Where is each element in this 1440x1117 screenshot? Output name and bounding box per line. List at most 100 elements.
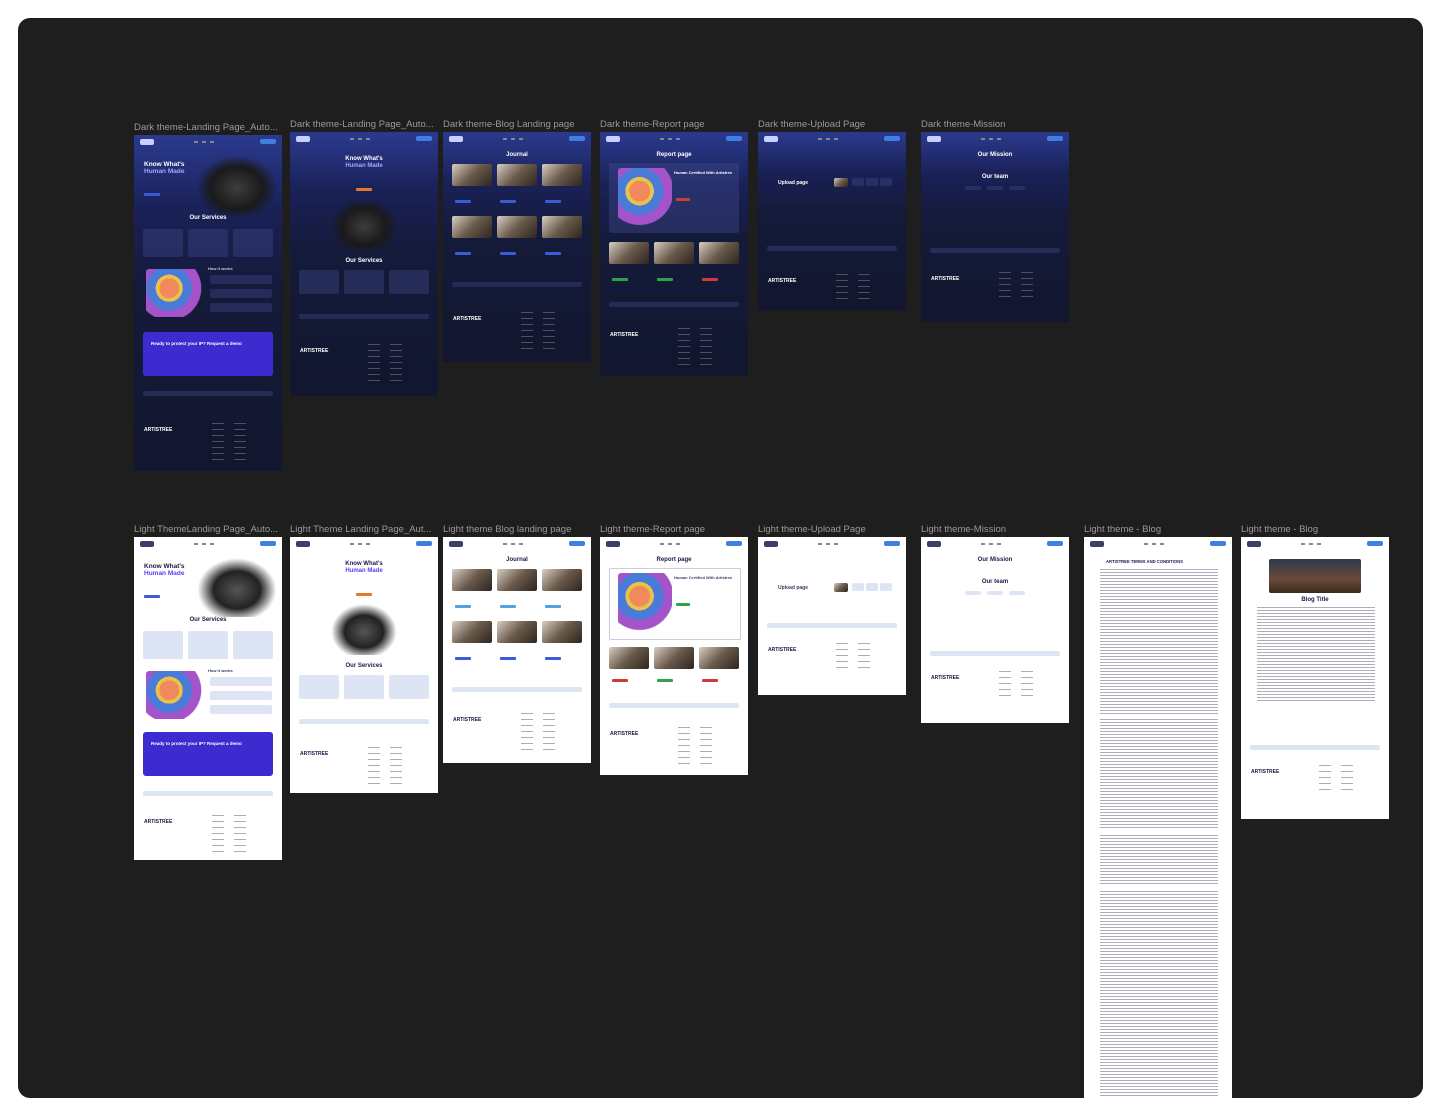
frame-dark-mission[interactable]: Our Mission Our team ARTISTREE: [921, 132, 1069, 322]
read-button[interactable]: [545, 200, 561, 203]
frame-light-blog[interactable]: Journal ARTISTREE: [443, 537, 591, 763]
frame-label[interactable]: Dark theme-Report page: [600, 119, 746, 130]
frame-dark-landing-2[interactable]: Know What's Human Made Our Services ARTI…: [290, 132, 438, 396]
frame-dark-upload[interactable]: Upload page ARTISTREE: [758, 132, 906, 310]
frame-label[interactable]: Dark theme-Landing Page_Auto...: [290, 119, 436, 130]
nav-button[interactable]: [416, 136, 432, 141]
read-button[interactable]: [545, 657, 561, 660]
page-title: Journal: [506, 152, 528, 158]
nav-button[interactable]: [569, 136, 585, 141]
blog-thumbnail[interactable]: [452, 621, 492, 643]
read-button[interactable]: [500, 605, 516, 608]
read-button[interactable]: [545, 252, 561, 255]
result-thumbnail[interactable]: [699, 647, 739, 669]
blog-thumbnail[interactable]: [542, 569, 582, 591]
upload-preview[interactable]: [834, 583, 848, 592]
frame-label[interactable]: Light theme - Blog: [1241, 524, 1387, 535]
frame-label[interactable]: Light theme-Mission: [921, 524, 1067, 535]
frame-label[interactable]: Light theme - Blog: [1084, 524, 1230, 535]
blog-thumbnail[interactable]: [497, 621, 537, 643]
read-button[interactable]: [455, 252, 471, 255]
read-button[interactable]: [455, 200, 471, 203]
blog-thumbnail[interactable]: [452, 216, 492, 238]
blog-thumbnail[interactable]: [497, 216, 537, 238]
upload-field[interactable]: [852, 178, 864, 186]
read-button[interactable]: [455, 657, 471, 660]
frame-label[interactable]: Dark theme-Mission: [921, 119, 1067, 130]
footer-logo: ARTISTREE: [300, 751, 329, 757]
upload-field[interactable]: [880, 178, 892, 186]
upload-field[interactable]: [866, 583, 878, 591]
frame-light-landing-1[interactable]: Know What's Human Made Our Services How i…: [134, 537, 282, 860]
nav-button[interactable]: [1367, 541, 1383, 546]
footer-links: [543, 312, 555, 352]
logo-icon: [927, 136, 941, 142]
service-card: [188, 229, 228, 257]
upload-field[interactable]: [866, 178, 878, 186]
blog-thumbnail[interactable]: [497, 164, 537, 186]
result-thumbnail[interactable]: [654, 647, 694, 669]
nav-button[interactable]: [726, 136, 742, 141]
read-button[interactable]: [500, 657, 516, 660]
upload-field[interactable]: [852, 583, 864, 591]
hero-title: Know What's: [345, 561, 383, 567]
frame-light-mission[interactable]: Our Mission Our team ARTISTREE: [921, 537, 1069, 723]
nav-button[interactable]: [416, 541, 432, 546]
blog-thumbnail[interactable]: [542, 216, 582, 238]
nav-button[interactable]: [726, 541, 742, 546]
frame-dark-report[interactable]: Report page Human Certified With Artistr…: [600, 132, 748, 376]
frame-light-terms[interactable]: ARTISTREE TERMS AND CONDITIONS: [1084, 537, 1232, 1098]
upload-field[interactable]: [880, 583, 892, 591]
nav-button[interactable]: [1047, 136, 1063, 141]
hero-button[interactable]: [144, 193, 160, 196]
blog-text: [1257, 607, 1375, 702]
nav-button[interactable]: [569, 541, 585, 546]
hero-button[interactable]: [356, 593, 372, 596]
footer-links: [836, 643, 848, 671]
read-button[interactable]: [500, 200, 516, 203]
nav-button[interactable]: [1047, 541, 1063, 546]
hero-button[interactable]: [356, 188, 372, 191]
read-button[interactable]: [500, 252, 516, 255]
robot-illustration: [146, 269, 204, 317]
logo-icon: [927, 541, 941, 547]
frame-label[interactable]: Light Theme Landing Page_Aut...: [290, 524, 436, 535]
newsletter-bar: [767, 623, 897, 628]
result-thumbnail[interactable]: [609, 647, 649, 669]
frame-label[interactable]: Light ThemeLanding Page_Auto...: [134, 524, 280, 535]
frame-light-blog-post[interactable]: Blog Title ARTISTREE: [1241, 537, 1389, 819]
hero-title: Know What's Human Made: [144, 563, 185, 577]
frame-dark-landing-1[interactable]: Know What's Human Made Our Services How i…: [134, 135, 282, 471]
blog-thumbnail[interactable]: [497, 569, 537, 591]
frame-light-report[interactable]: Report page Human Certified With Artistr…: [600, 537, 748, 775]
frame-label[interactable]: Light theme-Upload Page: [758, 524, 904, 535]
blog-thumbnail[interactable]: [452, 164, 492, 186]
result-thumbnail[interactable]: [609, 242, 649, 264]
frame-dark-blog[interactable]: Journal ARTISTREE: [443, 132, 591, 362]
result-thumbnail[interactable]: [654, 242, 694, 264]
nav-bar: [443, 132, 591, 146]
frame-light-landing-2[interactable]: Know What's Human Made Our Services ARTI…: [290, 537, 438, 793]
frame-label[interactable]: Dark theme-Blog Landing page: [443, 119, 589, 130]
footer-logo: ARTISTREE: [931, 675, 960, 681]
blog-thumbnail[interactable]: [542, 621, 582, 643]
frame-label[interactable]: Light theme Blog landing page: [443, 524, 589, 535]
nav-button[interactable]: [260, 139, 276, 144]
result-thumbnail[interactable]: [699, 242, 739, 264]
design-canvas[interactable]: Dark theme-Landing Page_Auto... Know Wha…: [18, 18, 1423, 1098]
read-button[interactable]: [545, 605, 561, 608]
nav-button[interactable]: [884, 541, 900, 546]
frame-label[interactable]: Light theme-Report page: [600, 524, 746, 535]
frame-label[interactable]: Dark theme-Landing Page_Auto...: [134, 122, 280, 133]
blog-thumbnail[interactable]: [452, 569, 492, 591]
nav-button[interactable]: [260, 541, 276, 546]
upload-preview[interactable]: [834, 178, 848, 187]
frame-light-upload[interactable]: Upload page ARTISTREE: [758, 537, 906, 695]
frame-label[interactable]: Dark theme-Upload Page: [758, 119, 904, 130]
blog-thumbnail[interactable]: [542, 164, 582, 186]
hero-button[interactable]: [144, 595, 160, 598]
nav-button[interactable]: [884, 136, 900, 141]
nav-button[interactable]: [1210, 541, 1226, 546]
read-button[interactable]: [455, 605, 471, 608]
cta-banner: Ready to protect your IP? Request a demo: [143, 732, 273, 776]
